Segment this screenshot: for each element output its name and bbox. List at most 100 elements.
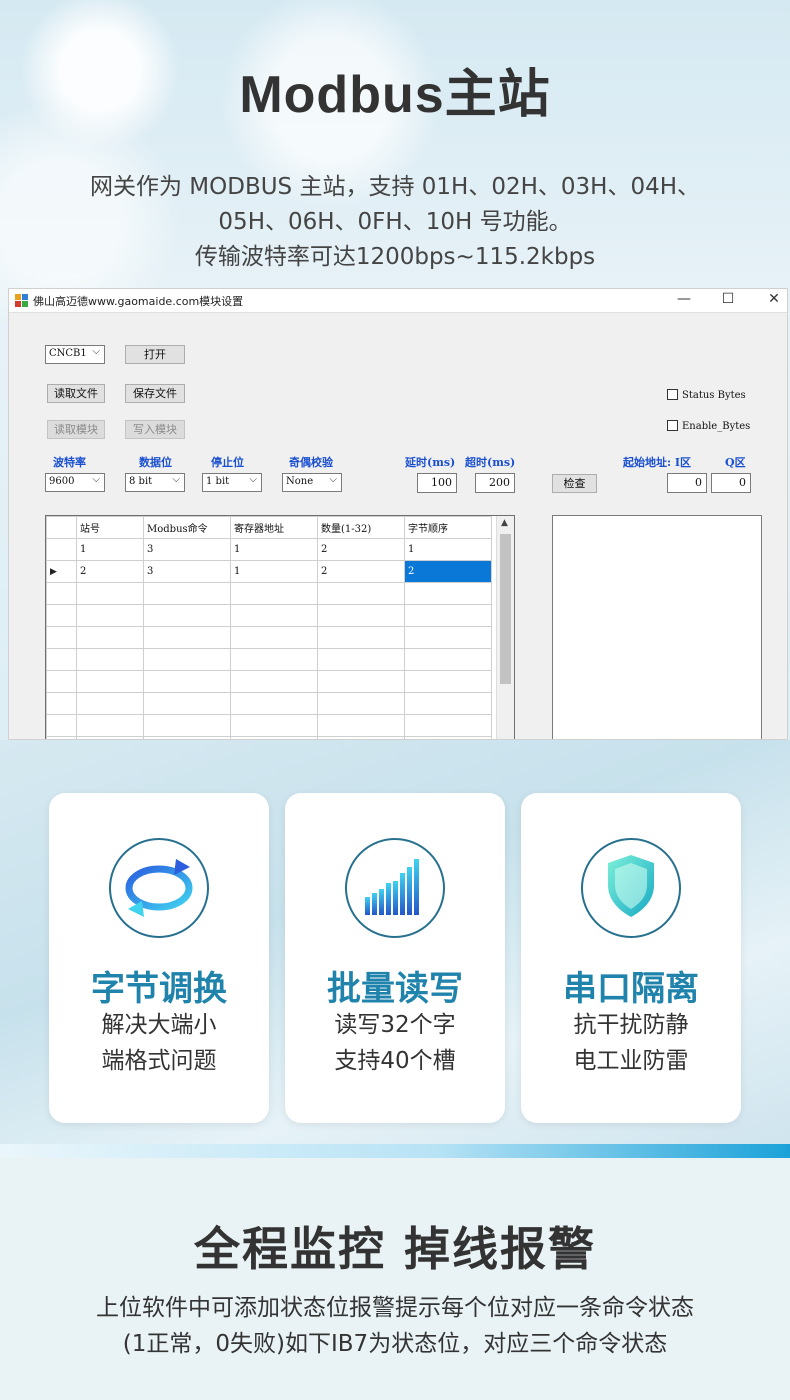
empty-cell[interactable] bbox=[143, 670, 231, 693]
read-module-button[interactable]: 读取模块 bbox=[47, 420, 105, 439]
cell-register[interactable]: 1 bbox=[230, 560, 318, 583]
empty-cell[interactable] bbox=[143, 582, 231, 605]
maximize-button[interactable]: ☐ bbox=[713, 291, 743, 311]
empty-cell[interactable] bbox=[230, 648, 318, 671]
save-file-button[interactable]: 保存文件 bbox=[125, 384, 185, 403]
cell-count[interactable]: 2 bbox=[317, 560, 405, 583]
empty-cell[interactable] bbox=[230, 626, 318, 649]
monitoring-line1: 上位软件中可添加状态位报警提示每个位对应一条命令状态 bbox=[96, 1295, 694, 1321]
table-row[interactable] bbox=[46, 582, 492, 605]
timeout-input[interactable]: 200 bbox=[475, 473, 515, 493]
cell-byte-order-selected[interactable]: 2 bbox=[404, 560, 492, 583]
read-file-button[interactable]: 读取文件 bbox=[47, 384, 105, 403]
empty-cell[interactable] bbox=[143, 626, 231, 649]
empty-cell[interactable] bbox=[317, 670, 405, 693]
empty-cell[interactable] bbox=[76, 692, 144, 715]
cell-register[interactable]: 1 bbox=[230, 538, 318, 561]
cell-byte-order[interactable]: 1 bbox=[404, 538, 492, 561]
close-button[interactable]: ✕ bbox=[759, 291, 787, 311]
empty-cell[interactable] bbox=[317, 692, 405, 715]
enable-bytes-checkbox[interactable]: Enable_Bytes bbox=[667, 420, 750, 432]
empty-cell[interactable] bbox=[317, 626, 405, 649]
cell-command[interactable]: 3 bbox=[143, 538, 231, 561]
empty-cell[interactable] bbox=[317, 604, 405, 627]
row-header[interactable] bbox=[46, 714, 77, 737]
column-header[interactable]: 数量(1-32) bbox=[317, 516, 405, 539]
cell-station[interactable]: 1 bbox=[76, 538, 144, 561]
table-row[interactable] bbox=[46, 626, 492, 649]
current-row-marker-icon[interactable]: ▶ bbox=[46, 560, 77, 583]
empty-cell[interactable] bbox=[317, 582, 405, 605]
table-row[interactable] bbox=[46, 604, 492, 627]
empty-cell[interactable] bbox=[404, 714, 492, 737]
chevron-down-icon: ⌵ bbox=[172, 474, 180, 485]
empty-cell[interactable] bbox=[143, 714, 231, 737]
empty-cell[interactable] bbox=[76, 582, 144, 605]
empty-cell[interactable] bbox=[317, 714, 405, 737]
grid-vertical-scrollbar[interactable]: ▲ bbox=[496, 516, 514, 739]
status-bytes-checkbox[interactable]: Status Bytes bbox=[667, 389, 746, 401]
row-header[interactable] bbox=[46, 582, 77, 605]
databits-select[interactable]: 8 bit ⌵ bbox=[125, 473, 185, 492]
empty-cell[interactable] bbox=[230, 692, 318, 715]
table-row[interactable] bbox=[46, 670, 492, 693]
scrollbar-thumb[interactable] bbox=[500, 534, 511, 684]
row-header[interactable] bbox=[46, 670, 77, 693]
row-header[interactable] bbox=[46, 604, 77, 627]
chevron-down-icon: ⌵ bbox=[92, 346, 100, 357]
i-area-input[interactable]: 0 bbox=[667, 473, 707, 493]
open-button[interactable]: 打开 bbox=[125, 345, 185, 364]
empty-cell[interactable] bbox=[230, 714, 318, 737]
row-header[interactable] bbox=[46, 538, 77, 561]
column-header[interactable]: 字节顺序 bbox=[404, 516, 492, 539]
empty-cell[interactable] bbox=[317, 648, 405, 671]
empty-cell[interactable] bbox=[404, 670, 492, 693]
empty-cell[interactable] bbox=[76, 648, 144, 671]
empty-cell[interactable] bbox=[76, 670, 144, 693]
empty-cell[interactable] bbox=[230, 670, 318, 693]
empty-cell[interactable] bbox=[404, 582, 492, 605]
column-header[interactable]: Modbus命令 bbox=[143, 516, 231, 539]
delay-input[interactable]: 100 bbox=[417, 473, 457, 493]
port-select[interactable]: CNCB1 ⌵ bbox=[45, 345, 105, 364]
row-header[interactable] bbox=[46, 648, 77, 671]
cell-count[interactable]: 2 bbox=[317, 538, 405, 561]
stopbits-select[interactable]: 1 bit ⌵ bbox=[202, 473, 262, 492]
checkbox-box bbox=[667, 389, 678, 400]
parity-select[interactable]: None ⌵ bbox=[282, 473, 342, 492]
minimize-button[interactable]: — bbox=[669, 291, 699, 311]
table-row[interactable] bbox=[46, 692, 492, 715]
empty-cell[interactable] bbox=[404, 692, 492, 715]
grid-header-row: 站号 Modbus命令 寄存器地址 数量(1-32) 字节顺序 bbox=[46, 516, 492, 539]
empty-cell[interactable] bbox=[404, 626, 492, 649]
table-row[interactable] bbox=[46, 648, 492, 671]
empty-cell[interactable] bbox=[143, 648, 231, 671]
baud-select[interactable]: 9600 ⌵ bbox=[45, 473, 105, 492]
cell-command[interactable]: 3 bbox=[143, 560, 231, 583]
table-row[interactable]: ▶ 2 3 1 2 2 bbox=[46, 560, 492, 583]
start-address-label: 起始地址: I区 bbox=[623, 456, 692, 469]
table-row[interactable] bbox=[46, 714, 492, 737]
empty-cell[interactable] bbox=[76, 626, 144, 649]
empty-cell[interactable] bbox=[404, 648, 492, 671]
write-module-button[interactable]: 写入模块 bbox=[125, 420, 185, 439]
empty-cell[interactable] bbox=[404, 604, 492, 627]
empty-cell[interactable] bbox=[230, 604, 318, 627]
log-output-panel[interactable] bbox=[552, 515, 762, 739]
column-header[interactable]: 站号 bbox=[76, 516, 144, 539]
table-row[interactable]: 1 3 1 2 1 bbox=[46, 538, 492, 561]
check-button[interactable]: 检查 bbox=[552, 474, 597, 493]
row-header[interactable] bbox=[46, 692, 77, 715]
empty-cell[interactable] bbox=[143, 604, 231, 627]
empty-cell[interactable] bbox=[76, 714, 144, 737]
features-section: 字节调换 解决大端小 端格式问题 批量读写 读写32个字 支持40个槽 串口隔离… bbox=[0, 740, 790, 1150]
row-header[interactable] bbox=[46, 626, 77, 649]
empty-cell[interactable] bbox=[143, 692, 231, 715]
cell-station[interactable]: 2 bbox=[76, 560, 144, 583]
empty-cell[interactable] bbox=[76, 604, 144, 627]
q-area-input[interactable]: 0 bbox=[711, 473, 751, 493]
command-grid[interactable]: 站号 Modbus命令 寄存器地址 数量(1-32) 字节顺序 1 3 1 2 … bbox=[45, 515, 515, 739]
column-header[interactable]: 寄存器地址 bbox=[230, 516, 318, 539]
scroll-up-icon[interactable]: ▲ bbox=[501, 518, 508, 528]
empty-cell[interactable] bbox=[230, 582, 318, 605]
